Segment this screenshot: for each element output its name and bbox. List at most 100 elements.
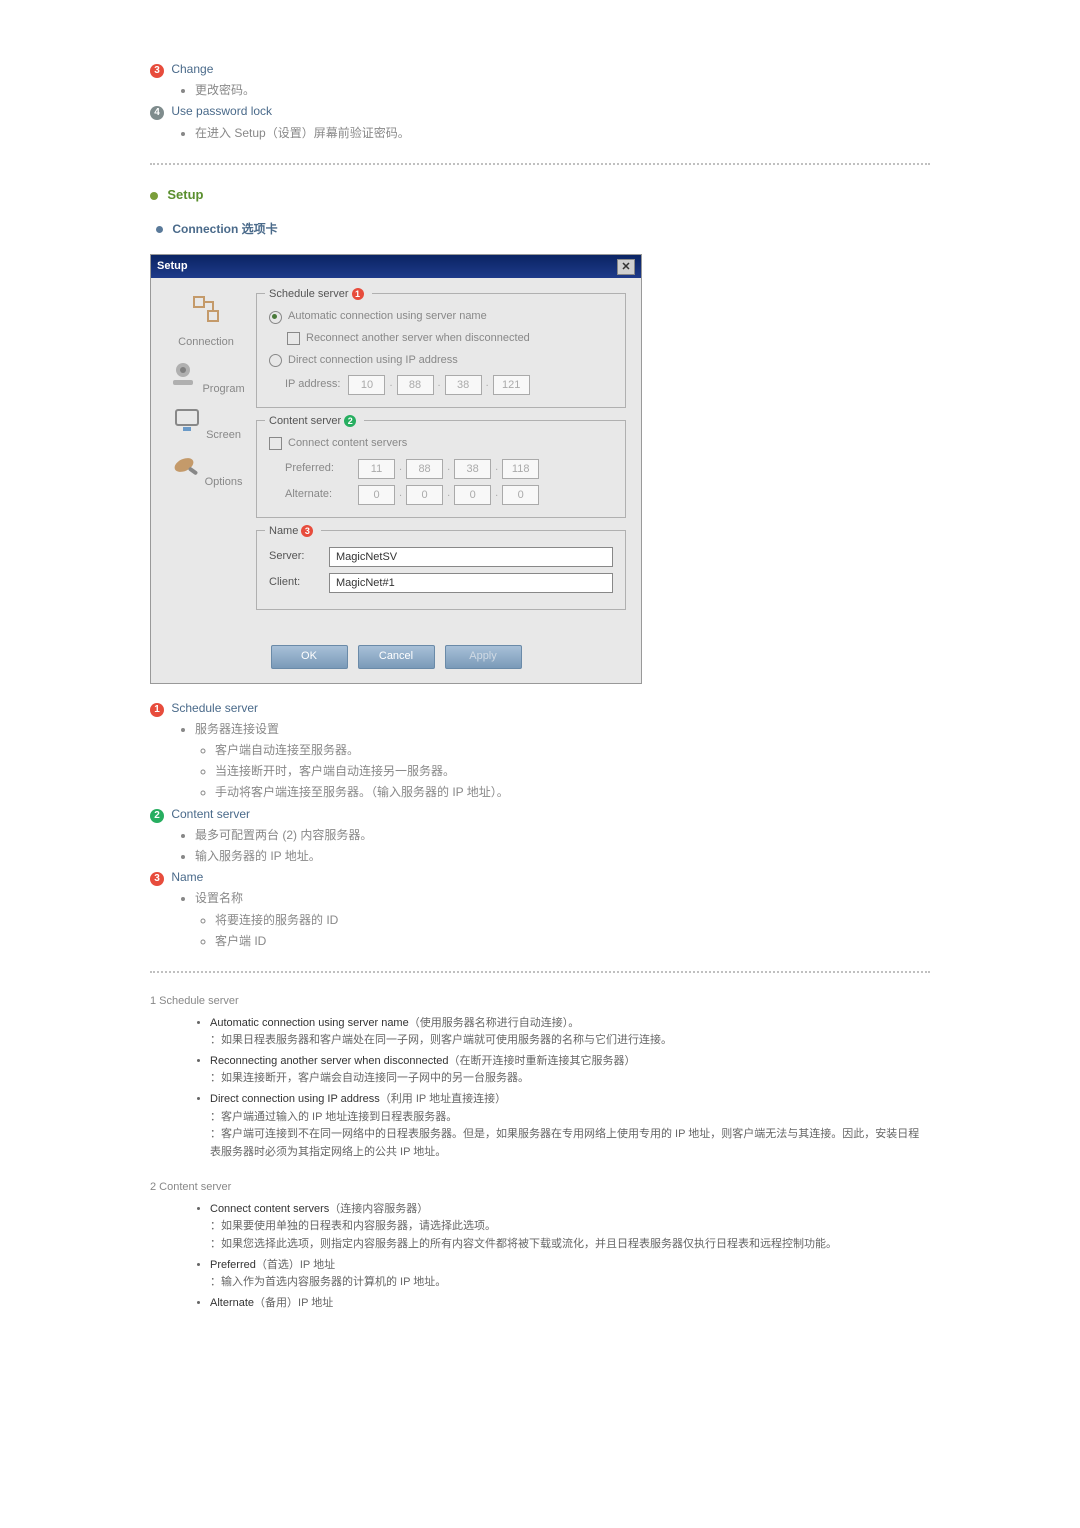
button-row: OK Cancel Apply [151, 637, 641, 683]
appendix-h1: 1 Schedule server [150, 993, 930, 1011]
sidebar-label: Screen [206, 429, 241, 441]
expl-nb: 客户端 ID [215, 932, 930, 951]
expl-cb: 输入服务器的 IP 地址。 [195, 847, 930, 866]
apply-button[interactable]: Apply [445, 645, 522, 669]
auto-connection-option[interactable]: Automatic connection using server name [269, 308, 613, 326]
appendix-h2: 2 Content server [150, 1179, 930, 1197]
badge-3-icon: 3 [150, 64, 164, 78]
ip-octet-1[interactable]: 10 [348, 375, 385, 395]
ip-address-row: IP address: 10. 88. 38. 121 [285, 375, 613, 395]
appendix: 1 Schedule server Automatic connection u… [150, 993, 930, 1313]
setup-heading: Setup [150, 185, 930, 206]
ap-b2: Preferred（首选）IP 地址：输入作为首选内容服务器的计算机的 IP 地… [210, 1257, 930, 1292]
cancel-button[interactable]: Cancel [358, 645, 435, 669]
direct-connection-option[interactable]: Direct connection using IP address [269, 352, 613, 370]
reconnect-option[interactable]: Reconnect another server when disconnect… [287, 330, 613, 348]
badge-3-icon: 3 [150, 872, 164, 886]
lock-title: Use password lock [171, 104, 272, 118]
ap-b1: Connect content servers（连接内容服务器）：如果要使用单独… [210, 1201, 930, 1254]
pref-ip-2[interactable]: 88 [406, 459, 443, 479]
client-name-input[interactable]: MagicNet#1 [329, 573, 613, 593]
alternate-row: Alternate: 0. 0. 0. 0 [285, 485, 613, 505]
lock-desc-list: 在进入 Setup（设置）屏幕前验证密码。 [150, 124, 930, 143]
separator [150, 163, 930, 165]
lock-desc: 在进入 Setup（设置）屏幕前验证密码。 [195, 124, 930, 143]
schedule-legend: Schedule server 1 [265, 286, 372, 304]
setup-title: Setup [167, 187, 203, 202]
connection-tab-title: Connection 选项卡 [172, 222, 277, 236]
sidebar-label: Program [202, 383, 244, 395]
screen-icon [171, 404, 203, 436]
content-legend: Content server 2 [265, 413, 364, 431]
close-button[interactable]: ✕ [617, 259, 635, 275]
setup-window: Setup ✕ Connection Program Screen Option… [150, 254, 642, 684]
checkbox-icon [287, 332, 300, 345]
content-server-group: Content server 2 Connect content servers… [256, 420, 626, 518]
program-icon [167, 358, 199, 390]
server-name-input[interactable]: MagicNetSV [329, 547, 613, 567]
sidebar-label: Options [205, 476, 243, 488]
options-icon [170, 451, 202, 483]
preferred-label: Preferred: [285, 460, 350, 478]
badge-2-icon: 2 [150, 809, 164, 823]
connect-content-option[interactable]: Connect content servers [269, 435, 613, 453]
sidebar-label: Connection [178, 336, 234, 348]
ip-octet-3[interactable]: 38 [445, 375, 482, 395]
alt-ip-1[interactable]: 0 [358, 485, 395, 505]
expl-name-title: Name [171, 870, 203, 884]
expl-name: 3 Name 设置名称 将要连接的服务器的 ID 客户端 ID [150, 868, 930, 951]
expl-schedule-title: Schedule server [171, 701, 258, 715]
name-group: Name 3 Server: MagicNetSV Client: MagicN… [256, 530, 626, 610]
client-label: Client: [269, 574, 329, 592]
connection-subheading: Connection 选项卡 [156, 220, 930, 239]
pref-ip-1[interactable]: 11 [358, 459, 395, 479]
expl-content: 2 Content server 最多可配置两台 (2) 内容服务器。 输入服务… [150, 805, 930, 867]
name-legend: Name 3 [265, 523, 321, 541]
ip-octet-4[interactable]: 121 [493, 375, 530, 395]
ip-label: IP address: [285, 376, 340, 394]
server-name-row: Server: MagicNetSV [269, 547, 613, 567]
window-title: Setup [157, 258, 188, 276]
expl-b: 当连接断开时，客户端自动连接另一服务器。 [215, 762, 930, 781]
radio-icon [269, 354, 282, 367]
radio-icon [269, 311, 282, 324]
preferred-row: Preferred: 11. 88. 38. 118 [285, 459, 613, 479]
expl-na: 将要连接的服务器的 ID [215, 911, 930, 930]
sidebar-item-screen[interactable]: Screen [171, 404, 241, 445]
expl-schedule-head: 服务器连接设置 [195, 720, 930, 739]
ap-a1: Automatic connection using server name（使… [210, 1015, 930, 1050]
sub-bullet-icon [156, 226, 163, 233]
sidebar-item-options[interactable]: Options [170, 451, 243, 492]
expl-schedule: 1 Schedule server 服务器连接设置 客户端自动连接至服务器。 当… [150, 699, 930, 803]
item-lock: 4 Use password lock 在进入 Setup（设置）屏幕前验证密码… [150, 102, 930, 142]
badge-4-icon: 4 [150, 106, 164, 120]
sidebar-item-connection[interactable]: Connection [166, 293, 246, 351]
pref-ip-4[interactable]: 118 [502, 459, 539, 479]
alt-ip-4[interactable]: 0 [502, 485, 539, 505]
badge-1-icon: 1 [352, 288, 364, 300]
change-desc-list: 更改密码。 [150, 81, 930, 100]
item-change: 3 Change 更改密码。 [150, 60, 930, 100]
bullet-icon [150, 192, 158, 200]
window-titlebar: Setup ✕ [151, 255, 641, 279]
alt-ip-2[interactable]: 0 [406, 485, 443, 505]
ap-a3: Direct connection using IP address（利用 IP… [210, 1091, 930, 1161]
expl-ca: 最多可配置两台 (2) 内容服务器。 [195, 826, 930, 845]
server-label: Server: [269, 548, 329, 566]
pref-ip-3[interactable]: 38 [454, 459, 491, 479]
change-title: Change [171, 62, 213, 76]
alt-ip-3[interactable]: 0 [454, 485, 491, 505]
client-name-row: Client: MagicNet#1 [269, 573, 613, 593]
setup-sidebar: Connection Program Screen Options [166, 293, 246, 621]
change-desc: 更改密码。 [195, 81, 930, 100]
expl-c: 手动将客户端连接至服务器。（输入服务器的 IP 地址）。 [215, 783, 930, 802]
expl-a: 客户端自动连接至服务器。 [215, 741, 930, 760]
badge-1-icon: 1 [150, 703, 164, 717]
sidebar-item-program[interactable]: Program [167, 358, 244, 399]
badge-2-icon: 2 [344, 415, 356, 427]
ok-button[interactable]: OK [271, 645, 348, 669]
badge-3-icon: 3 [301, 525, 313, 537]
ap-b3: Alternate（备用）IP 地址 [210, 1295, 930, 1313]
ap-a2: Reconnecting another server when disconn… [210, 1053, 930, 1088]
ip-octet-2[interactable]: 88 [397, 375, 434, 395]
